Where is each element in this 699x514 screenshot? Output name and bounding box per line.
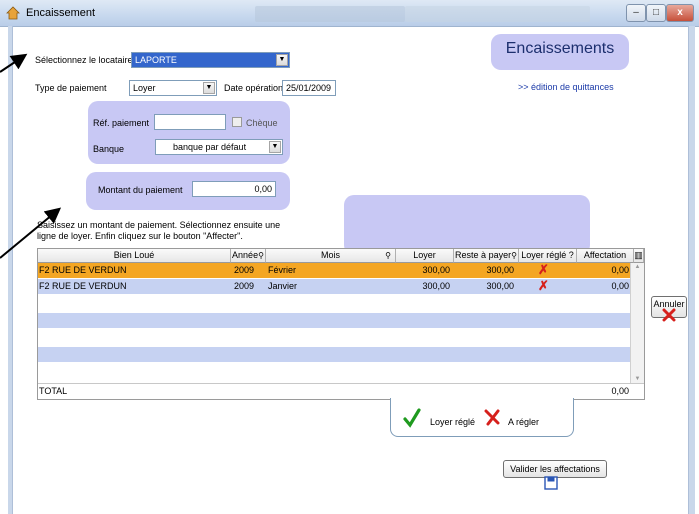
annotation-arrows (0, 53, 62, 259)
